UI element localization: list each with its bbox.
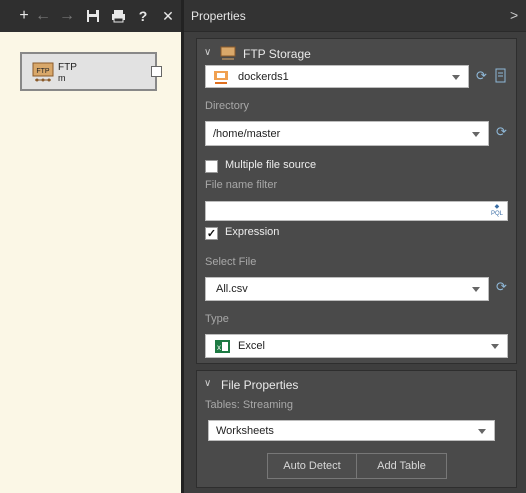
multiple-file-label: Multiple file source: [225, 159, 317, 171]
expression-label: Expression: [225, 226, 280, 238]
ftp-storage-title: FTP Storage: [243, 47, 311, 61]
select-file-label: Select File: [205, 256, 257, 268]
refresh-icon[interactable]: ⟳: [476, 68, 487, 84]
close-icon[interactable]: ✕: [158, 6, 178, 26]
chevron-down-icon[interactable]: ∨: [204, 47, 211, 58]
chevron-down-icon: [472, 287, 480, 292]
file-properties-title: File Properties: [221, 378, 299, 392]
select-file-dropdown[interactable]: All.csv: [205, 277, 489, 301]
tables-label: Tables: Streaming: [205, 399, 294, 411]
type-select[interactable]: x Excel: [205, 334, 508, 358]
connection-value: dockerds1: [238, 70, 289, 83]
directory-label: Directory: [205, 100, 250, 112]
back-arrow-icon[interactable]: ←: [33, 6, 53, 26]
auto-detect-button[interactable]: Auto Detect: [267, 453, 357, 479]
forward-arrow-icon[interactable]: →: [57, 6, 77, 26]
ftp-node-subtitle: m: [58, 73, 66, 83]
ftp-node-output-port[interactable]: [151, 66, 162, 77]
ftp-connection-icon: [214, 71, 228, 84]
ftp-node[interactable]: FTP: [20, 52, 157, 91]
designer-canvas[interactable]: [0, 32, 181, 493]
refresh-icon[interactable]: ⟳: [496, 279, 507, 295]
svg-text:FTP: FTP: [36, 68, 50, 75]
print-icon[interactable]: [108, 6, 128, 26]
tables-value: Worksheets: [216, 424, 274, 437]
select-file-value: All.csv: [216, 283, 248, 295]
ftp-node-name: FTP: [58, 62, 77, 73]
add-icon[interactable]: +: [14, 6, 34, 26]
ftp-storage-icon: [220, 46, 236, 60]
svg-text:x: x: [217, 343, 221, 352]
directory-select[interactable]: /home/master: [205, 121, 489, 146]
chevron-down-icon[interactable]: ∨: [204, 378, 211, 389]
help-icon[interactable]: ?: [133, 6, 153, 26]
edit-connection-icon[interactable]: [494, 67, 508, 85]
directory-value: /home/master: [213, 127, 281, 140]
type-value: Excel: [238, 340, 265, 352]
add-table-button[interactable]: Add Table: [356, 453, 447, 479]
chevron-down-icon: [452, 74, 460, 80]
ftp-node-icon: FTP: [32, 62, 54, 82]
file-name-filter-input[interactable]: ◆ PQL: [205, 201, 508, 221]
file-name-filter-label: File name filter: [205, 179, 278, 191]
excel-icon: x: [215, 340, 230, 353]
collapse-panel-icon[interactable]: >: [510, 7, 518, 23]
expression-checkbox[interactable]: ✓: [205, 227, 218, 240]
designer-toolbar: + ← → ? ✕: [0, 0, 181, 32]
type-label: Type: [205, 313, 229, 325]
connection-select[interactable]: dockerds1: [205, 65, 469, 88]
save-icon[interactable]: [83, 6, 103, 26]
pql-expression-icon[interactable]: ◆ PQL: [491, 204, 503, 218]
properties-title: Properties: [191, 9, 246, 23]
multiple-file-checkbox[interactable]: [205, 160, 218, 173]
chevron-down-icon: [472, 131, 480, 137]
chevron-down-icon: [491, 344, 499, 349]
tables-select[interactable]: Worksheets: [208, 420, 495, 441]
refresh-icon[interactable]: ⟳: [496, 124, 507, 140]
chevron-down-icon: [478, 428, 486, 434]
